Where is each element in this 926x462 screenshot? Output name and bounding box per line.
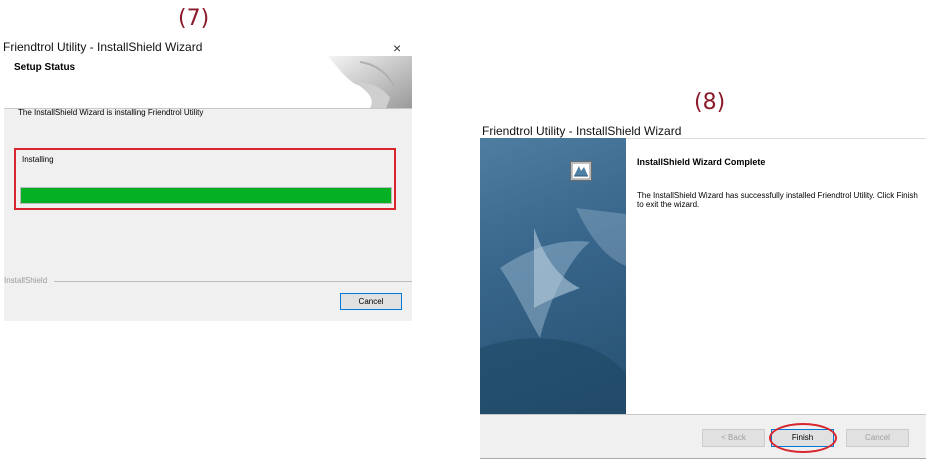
dialog-header: Setup Status (4, 56, 412, 108)
step-8-label: (8) (694, 90, 726, 115)
dialog-body (4, 108, 412, 321)
cancel-button[interactable]: Cancel (340, 293, 402, 310)
progress-fill (21, 188, 391, 203)
side-art-panel (480, 138, 626, 414)
status-text: Installing (22, 155, 54, 164)
sail-graphic-icon (480, 208, 626, 414)
complete-message: The InstallShield Wizard has successfull… (637, 191, 918, 209)
button-footer: < Back Finish Cancel (480, 414, 926, 459)
step-7-label: (7) (178, 6, 210, 31)
wizard-complete-dialog: Friendtrol Utility - InstallShield Wizar… (480, 124, 926, 462)
close-icon[interactable]: × (393, 40, 401, 56)
window-title: Friendtrol Utility - InstallShield Wizar… (482, 124, 682, 138)
installshield-wizard-icon (570, 161, 592, 181)
installshield-logo-icon (328, 56, 412, 108)
finish-highlight-circle (769, 423, 837, 453)
status-message: The InstallShield Wizard is installing F… (18, 108, 204, 117)
brand-label: InstallShield (4, 276, 48, 285)
progress-bar (20, 187, 392, 204)
page-title: Setup Status (14, 62, 76, 73)
divider (480, 458, 926, 459)
window-title: Friendtrol Utility - InstallShield Wizar… (3, 40, 203, 54)
complete-heading: InstallShield Wizard Complete (637, 157, 766, 167)
setup-status-dialog: Friendtrol Utility - InstallShield Wizar… (0, 38, 412, 321)
content-panel: InstallShield Wizard Complete The Instal… (570, 138, 926, 415)
divider (54, 281, 412, 282)
cancel-button[interactable]: Cancel (846, 429, 909, 447)
back-button[interactable]: < Back (702, 429, 765, 447)
